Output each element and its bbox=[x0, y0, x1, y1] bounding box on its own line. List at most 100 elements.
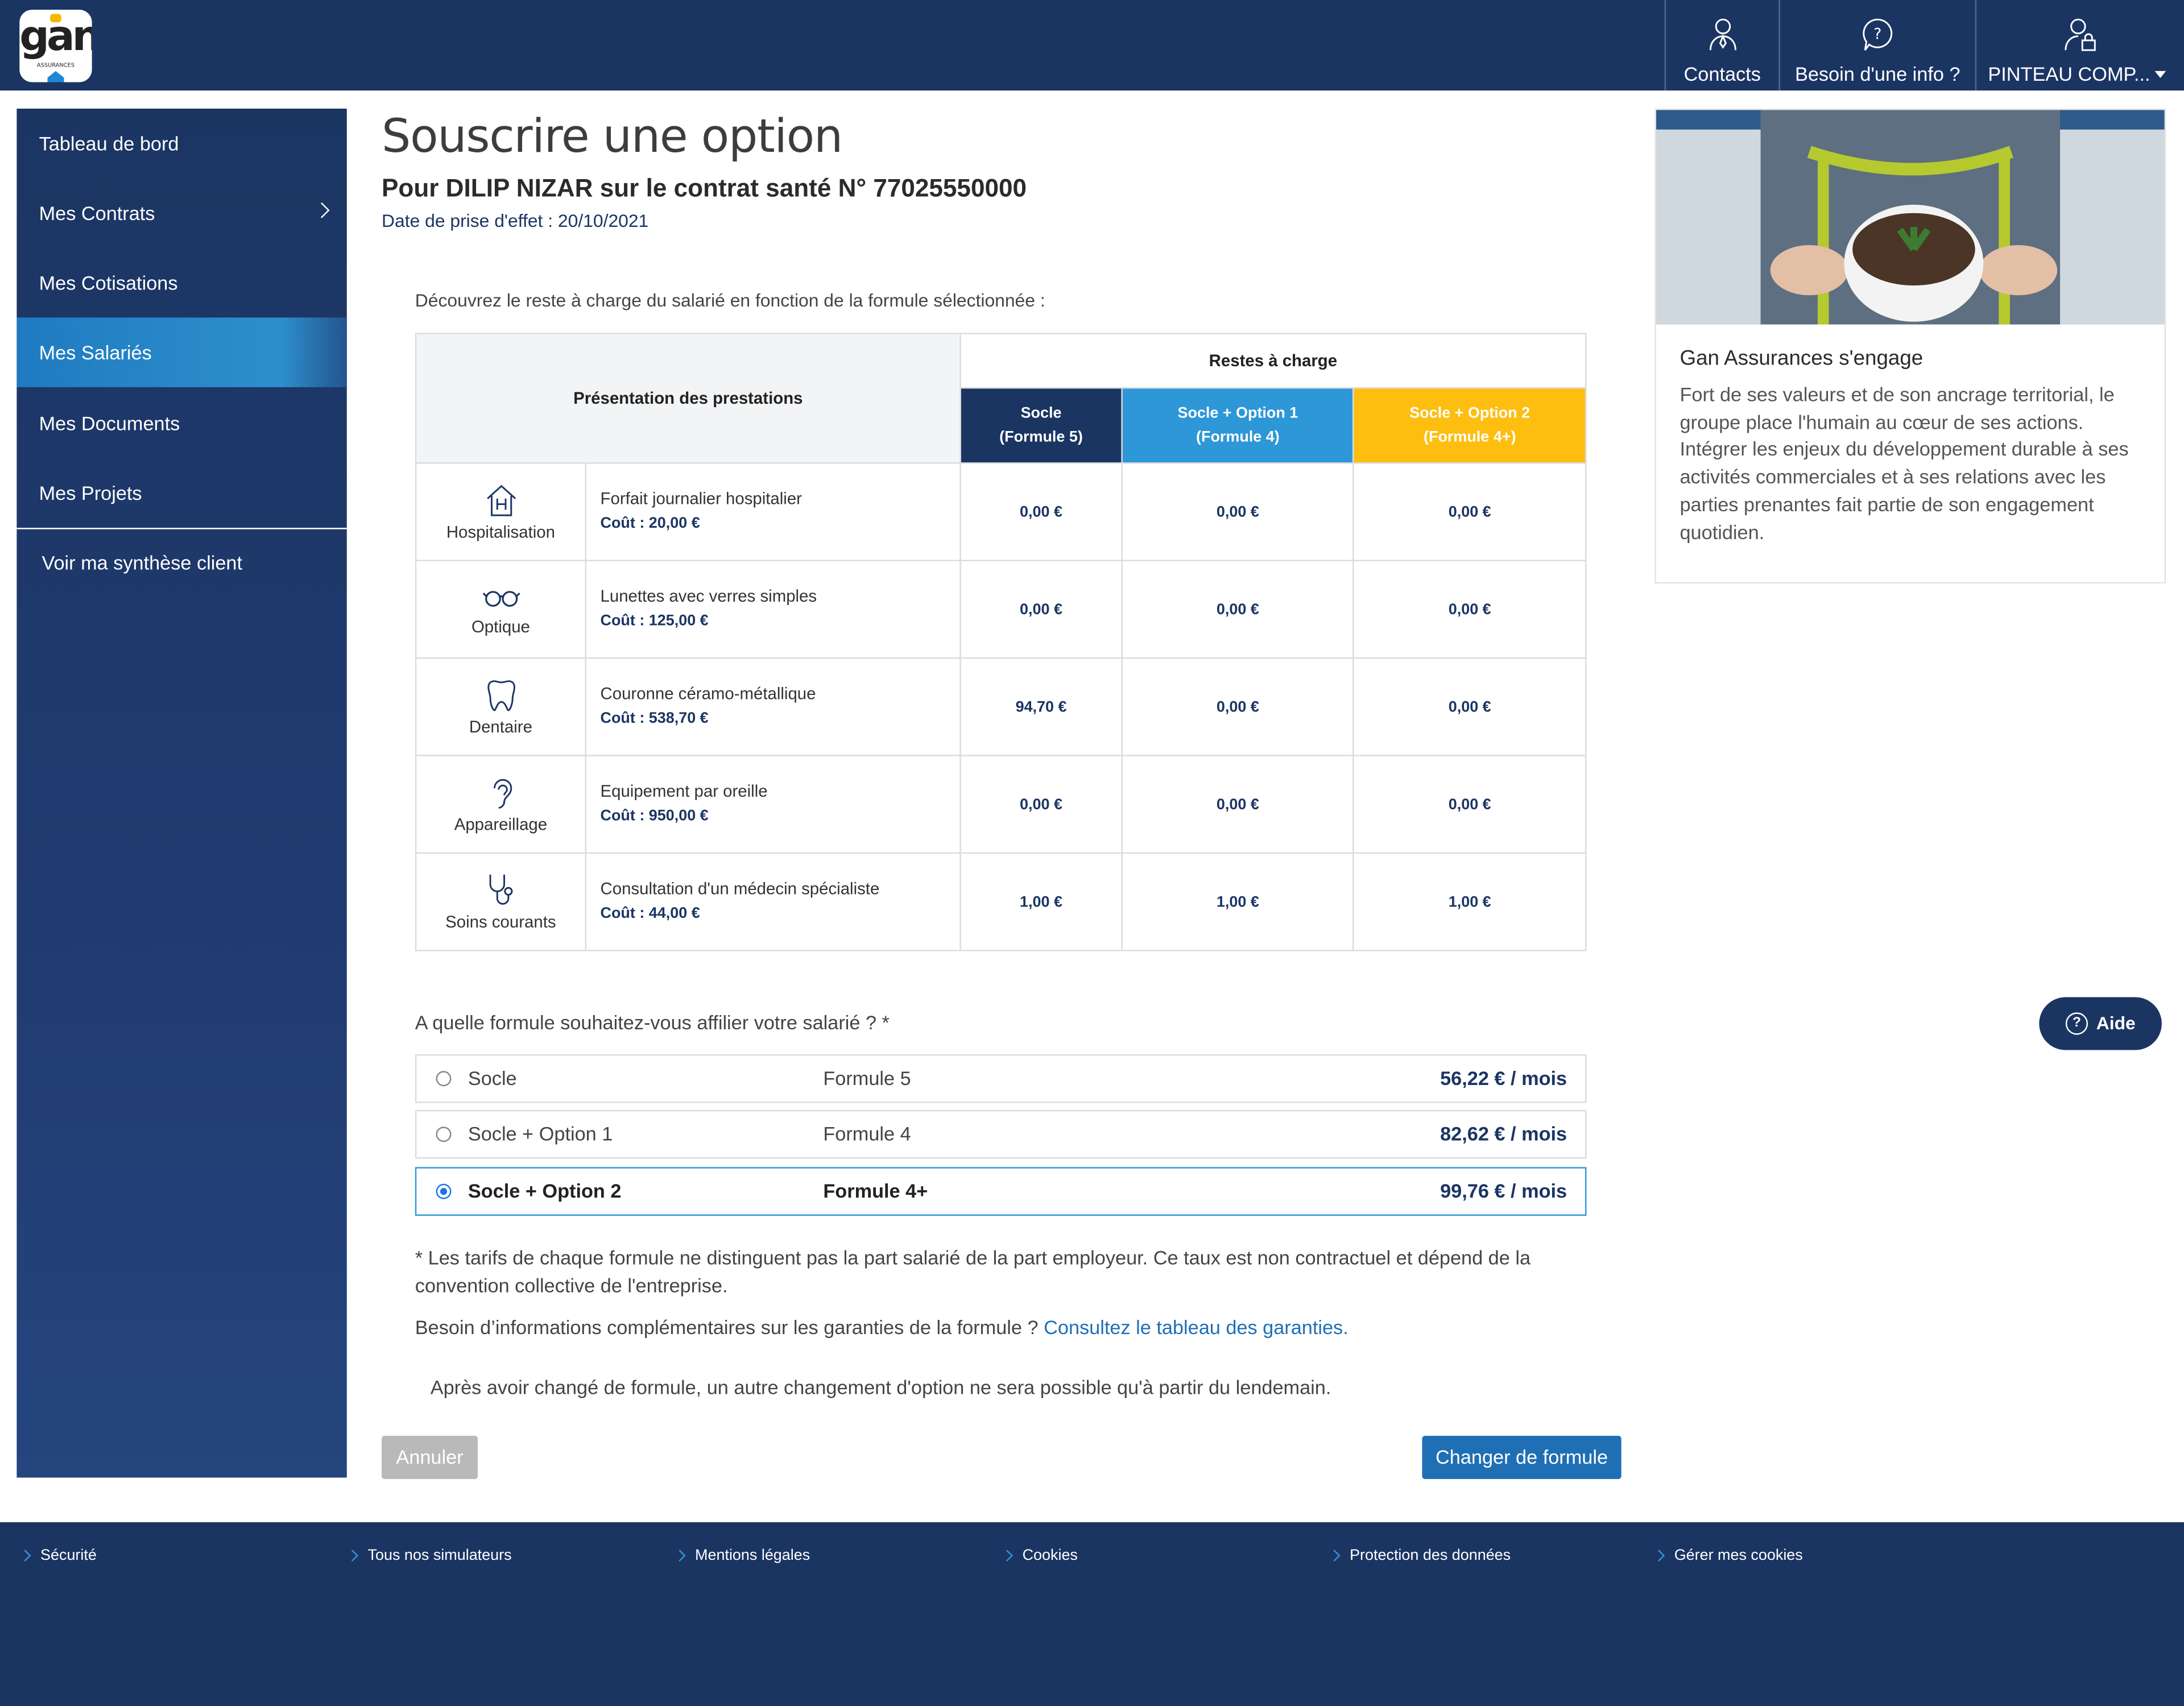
desc-text: Lunettes avec verres simples bbox=[600, 586, 817, 606]
user-label: PINTEAU COMP... bbox=[1988, 63, 2150, 85]
value-cell: 0,00 € bbox=[1121, 657, 1355, 756]
value-cell: 0,00 € bbox=[1353, 755, 1587, 854]
sidebar-item-contrats[interactable]: Mes Contrats bbox=[16, 178, 346, 247]
col-header-option2: Socle + Option 2 (Formule 4+) bbox=[1353, 387, 1587, 464]
user-menu[interactable]: PINTEAU COMP... bbox=[1975, 0, 2184, 91]
cost-text: Coût : 44,00 € bbox=[600, 905, 700, 922]
engagement-card: Gan Assurances s'engage Fort de ses vale… bbox=[1654, 109, 2166, 584]
option-price: 82,62 € / mois bbox=[1440, 1122, 1567, 1145]
value-cell: 0,00 € bbox=[1353, 657, 1587, 756]
desc-cell: Forfait journalier hospitalier Coût : 20,… bbox=[585, 462, 961, 561]
sidebar: Tableau de bord Mes Contrats Mes Cotisat… bbox=[16, 109, 347, 1478]
footer-link-protection[interactable]: Protection des données bbox=[1350, 1547, 1511, 1564]
formula-question: A quelle formule souhaitez-vous affilier… bbox=[415, 1011, 890, 1034]
cost-text: Coût : 950,00 € bbox=[600, 808, 709, 825]
desc-text: Couronne céramo-métallique bbox=[600, 684, 816, 703]
category-label: Hospitalisation bbox=[446, 522, 555, 542]
option-name: Socle bbox=[468, 1066, 517, 1090]
sidebar-item-cotisations[interactable]: Mes Cotisations bbox=[16, 248, 346, 317]
more-info-text: Besoin d’informations complémentaires su… bbox=[415, 1316, 1044, 1339]
col-header-line1: Socle bbox=[1020, 404, 1062, 421]
garanties-link[interactable]: Consultez le tableau des garanties. bbox=[1044, 1316, 1349, 1338]
table-header-prestations: Présentation des prestations bbox=[415, 333, 961, 464]
svg-text:?: ? bbox=[1873, 26, 1881, 43]
plant-image bbox=[1656, 110, 2165, 325]
value-cell: 0,00 € bbox=[1121, 755, 1355, 854]
logo-text: gan bbox=[19, 13, 92, 61]
option-name: Socle + Option 2 bbox=[468, 1179, 622, 1202]
plant-photo bbox=[1656, 110, 2165, 325]
benefits-table: Présentation des prestations Restes à ch… bbox=[415, 333, 1587, 951]
formula-option-1[interactable]: Socle + Option 1 Formule 4 82,62 € / moi… bbox=[415, 1109, 1587, 1159]
hospital-icon bbox=[486, 485, 515, 516]
footer-link-gerer-cookies[interactable]: Gérer mes cookies bbox=[1674, 1547, 1803, 1564]
logo-house-icon bbox=[47, 71, 64, 82]
option-formule: Formule 4 bbox=[823, 1122, 911, 1145]
cancel-button[interactable]: Annuler bbox=[382, 1435, 478, 1479]
change-formula-button[interactable]: Changer de formule bbox=[1422, 1435, 1622, 1479]
ear-icon bbox=[493, 779, 512, 809]
chevron-down-icon bbox=[2154, 71, 2166, 78]
help-button[interactable]: ? Aide bbox=[2039, 997, 2162, 1050]
card-text: Fort de ses valeurs et de son ancrage te… bbox=[1680, 383, 2129, 543]
table-row: Soins courants Consultation d'un médecin… bbox=[415, 852, 1587, 951]
more-info: Besoin d’informations complémentaires su… bbox=[415, 1316, 1349, 1338]
category-label: Optique bbox=[471, 616, 530, 637]
desc-text: Equipement par oreille bbox=[600, 781, 768, 801]
top-bar: gan ASSURANCES Contacts ? Besoin d'une i… bbox=[0, 0, 2184, 91]
col-header-socle: Socle (Formule 5) bbox=[959, 387, 1123, 464]
value-cell: 1,00 € bbox=[1121, 852, 1355, 951]
info-label: Besoin d'une info ? bbox=[1794, 63, 1960, 85]
desc-text: Consultation d'un médecin spécialiste bbox=[600, 879, 880, 898]
question-icon: ? bbox=[2065, 1012, 2088, 1035]
contacts-nav[interactable]: Contacts bbox=[1664, 0, 1779, 91]
value-cell: 0,00 € bbox=[1353, 560, 1587, 659]
option-price: 56,22 € / mois bbox=[1440, 1066, 1567, 1090]
value-cell: 0,00 € bbox=[959, 560, 1123, 659]
stethoscope-icon bbox=[489, 874, 512, 905]
table-intro: Découvrez le reste à charge du salarié e… bbox=[415, 289, 1045, 311]
cost-text: Coût : 20,00 € bbox=[600, 515, 700, 532]
category-cell: Dentaire bbox=[415, 657, 587, 756]
option-price: 99,76 € / mois bbox=[1440, 1179, 1567, 1202]
radio-button[interactable] bbox=[436, 1071, 452, 1087]
effective-date: Date de prise d'effet : 20/10/2021 bbox=[382, 210, 649, 231]
page-title: Souscrire une option bbox=[382, 109, 843, 163]
contacts-label: Contacts bbox=[1684, 63, 1761, 85]
info-nav[interactable]: ? Besoin d'une info ? bbox=[1778, 0, 1975, 91]
logo-subtext: ASSURANCES bbox=[36, 61, 75, 69]
card-title: Gan Assurances s'engage bbox=[1680, 346, 1924, 371]
sidebar-item-projets[interactable]: Mes Projets bbox=[16, 458, 346, 528]
gan-logo[interactable]: gan ASSURANCES bbox=[19, 10, 92, 82]
desc-cell: Couronne céramo-métallique Coût : 538,70 … bbox=[585, 657, 961, 756]
glasses-icon bbox=[482, 591, 520, 607]
sidebar-item-documents[interactable]: Mes Documents bbox=[16, 388, 346, 458]
radio-button-selected[interactable] bbox=[436, 1183, 452, 1199]
formula-option-2[interactable]: Socle + Option 2 Formule 4+ 99,76 € / mo… bbox=[415, 1167, 1587, 1216]
sidebar-item-tableau[interactable]: Tableau de bord bbox=[16, 109, 346, 178]
footer-link-cookies[interactable]: Cookies bbox=[1023, 1547, 1078, 1564]
option-formule: Formule 4+ bbox=[823, 1179, 928, 1202]
value-cell: 0,00 € bbox=[1353, 462, 1587, 561]
footer-link-securite[interactable]: Sécurité bbox=[40, 1547, 97, 1564]
contacts-icon bbox=[1709, 18, 1736, 51]
user-lock-icon bbox=[2064, 18, 2095, 51]
value-cell: 1,00 € bbox=[959, 852, 1123, 951]
formula-option-socle[interactable]: Socle Formule 5 56,22 € / mois bbox=[415, 1054, 1587, 1103]
table-row: Hospitalisation Forfait journalier hospi… bbox=[415, 462, 1587, 561]
cost-text: Coût : 125,00 € bbox=[600, 612, 709, 630]
category-cell: Hospitalisation bbox=[415, 462, 587, 561]
footer: Sécurité Tous nos simulateurs Mentions l… bbox=[0, 1522, 2184, 1706]
help-label: Aide bbox=[2096, 1012, 2136, 1034]
category-label: Soins courants bbox=[445, 912, 556, 932]
tariff-note: * Les tarifs de chaque formule ne distin… bbox=[415, 1246, 1531, 1297]
radio-button[interactable] bbox=[436, 1127, 452, 1142]
sidebar-item-synthese[interactable]: Voir ma synthèse client bbox=[16, 528, 346, 597]
option-formule: Formule 5 bbox=[823, 1066, 911, 1090]
footer-link-mentions[interactable]: Mentions légales bbox=[695, 1547, 810, 1564]
sidebar-item-salaries[interactable]: Mes Salariés bbox=[16, 317, 347, 387]
value-cell: 94,70 € bbox=[959, 657, 1123, 756]
footer-link-simulateurs[interactable]: Tous nos simulateurs bbox=[368, 1547, 512, 1564]
category-cell: Appareillage bbox=[415, 755, 587, 854]
category-label: Appareillage bbox=[454, 814, 548, 834]
